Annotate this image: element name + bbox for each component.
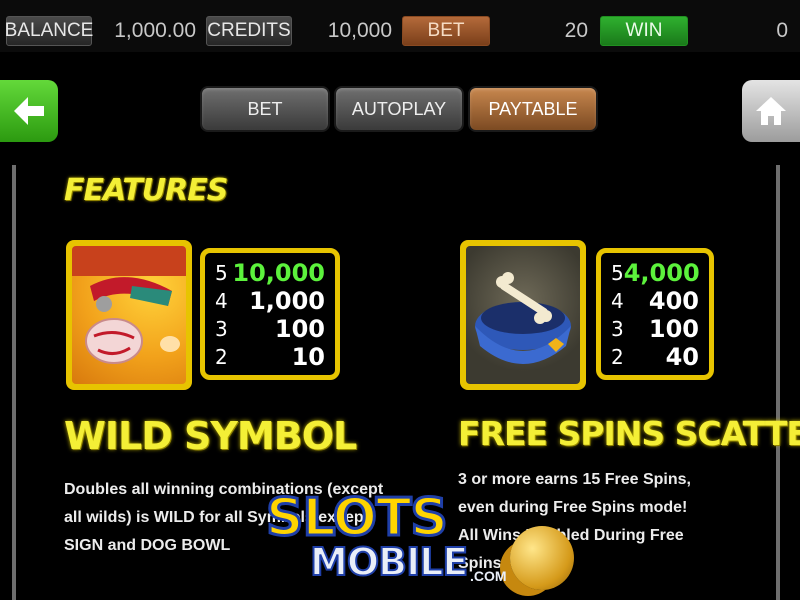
- panel-right-border: [776, 165, 780, 600]
- paytable-row: 4 400: [611, 287, 699, 315]
- tab-bet[interactable]: BET: [200, 86, 330, 132]
- bet-display: BET 20: [402, 14, 592, 48]
- payout-value: 100: [648, 315, 699, 343]
- payout-value: 100: [274, 315, 325, 343]
- scatter-symbol-image: [460, 240, 586, 390]
- payout-count: 2: [215, 345, 228, 369]
- credits-label: CREDITS: [206, 16, 292, 46]
- paytable-row: 2 40: [611, 343, 699, 371]
- payout-value: 10,000: [232, 259, 325, 287]
- balance-label: BALANCE: [5, 16, 93, 46]
- wild-paytable: 5 10,000 4 1,000 3 100 2 10: [200, 248, 340, 380]
- payout-count: 4: [611, 289, 624, 313]
- wild-symbol-image: [66, 240, 192, 390]
- watermark-suffix: .COM: [470, 568, 507, 584]
- dog-collar-icon: [72, 246, 186, 384]
- paytable-row: 5 4,000: [611, 259, 700, 287]
- tab-autoplay[interactable]: AUTOPLAY: [334, 86, 464, 132]
- payout-count: 4: [215, 289, 228, 313]
- payout-value: 1,000: [249, 287, 325, 315]
- payout-value: 10: [291, 343, 325, 371]
- home-button[interactable]: [742, 80, 800, 142]
- credits-value: 10,000: [327, 19, 392, 42]
- win-label: WIN: [600, 16, 688, 46]
- arrow-left-icon: [14, 97, 44, 125]
- payout-count: 5: [215, 261, 228, 285]
- tab-paytable[interactable]: PAYTABLE: [468, 86, 598, 132]
- payout-count: 5: [611, 261, 624, 285]
- scatter-title: FREE SPINS SCATTER: [458, 414, 800, 453]
- section-title: FEATURES: [64, 173, 228, 208]
- balance-value: 1,000.00: [114, 19, 196, 42]
- paytable-row: 3 100: [611, 315, 699, 343]
- payout-count: 2: [611, 345, 624, 369]
- panel-left-border: [12, 165, 16, 600]
- slotsmobile-watermark: SLOTS MOBILE .COM: [248, 487, 578, 600]
- credits-display: CREDITS 10,000: [206, 14, 396, 48]
- paytable-row: 2 10: [215, 343, 325, 371]
- paytable-row: 3 100: [215, 315, 325, 343]
- back-button[interactable]: [0, 80, 58, 142]
- payout-count: 3: [215, 317, 228, 341]
- wild-symbol-title: WILD SYMBOL: [64, 414, 357, 458]
- home-icon: [756, 97, 786, 125]
- watermark-line1: SLOTS: [265, 487, 450, 550]
- coin-icon: [510, 526, 574, 590]
- watermark-line2: MOBILE: [309, 539, 469, 585]
- payout-value: 40: [665, 343, 699, 371]
- scatter-paytable: 5 4,000 4 400 3 100 2 40: [596, 248, 714, 380]
- dog-bowl-icon: [466, 246, 580, 384]
- payout-count: 3: [611, 317, 624, 341]
- status-bar: BALANCE 1,000.00 CREDITS 10,000 BET 20 W…: [0, 0, 800, 52]
- win-value: 0: [776, 19, 788, 42]
- bet-value: 20: [564, 19, 588, 42]
- win-display: WIN 0: [600, 14, 792, 48]
- payout-value: 400: [648, 287, 699, 315]
- balance-display: BALANCE 1,000.00: [5, 14, 200, 48]
- bet-label: BET: [402, 16, 490, 46]
- paytable-row: 5 10,000: [215, 259, 325, 287]
- paytable-row: 4 1,000: [215, 287, 325, 315]
- payout-value: 4,000: [623, 259, 700, 287]
